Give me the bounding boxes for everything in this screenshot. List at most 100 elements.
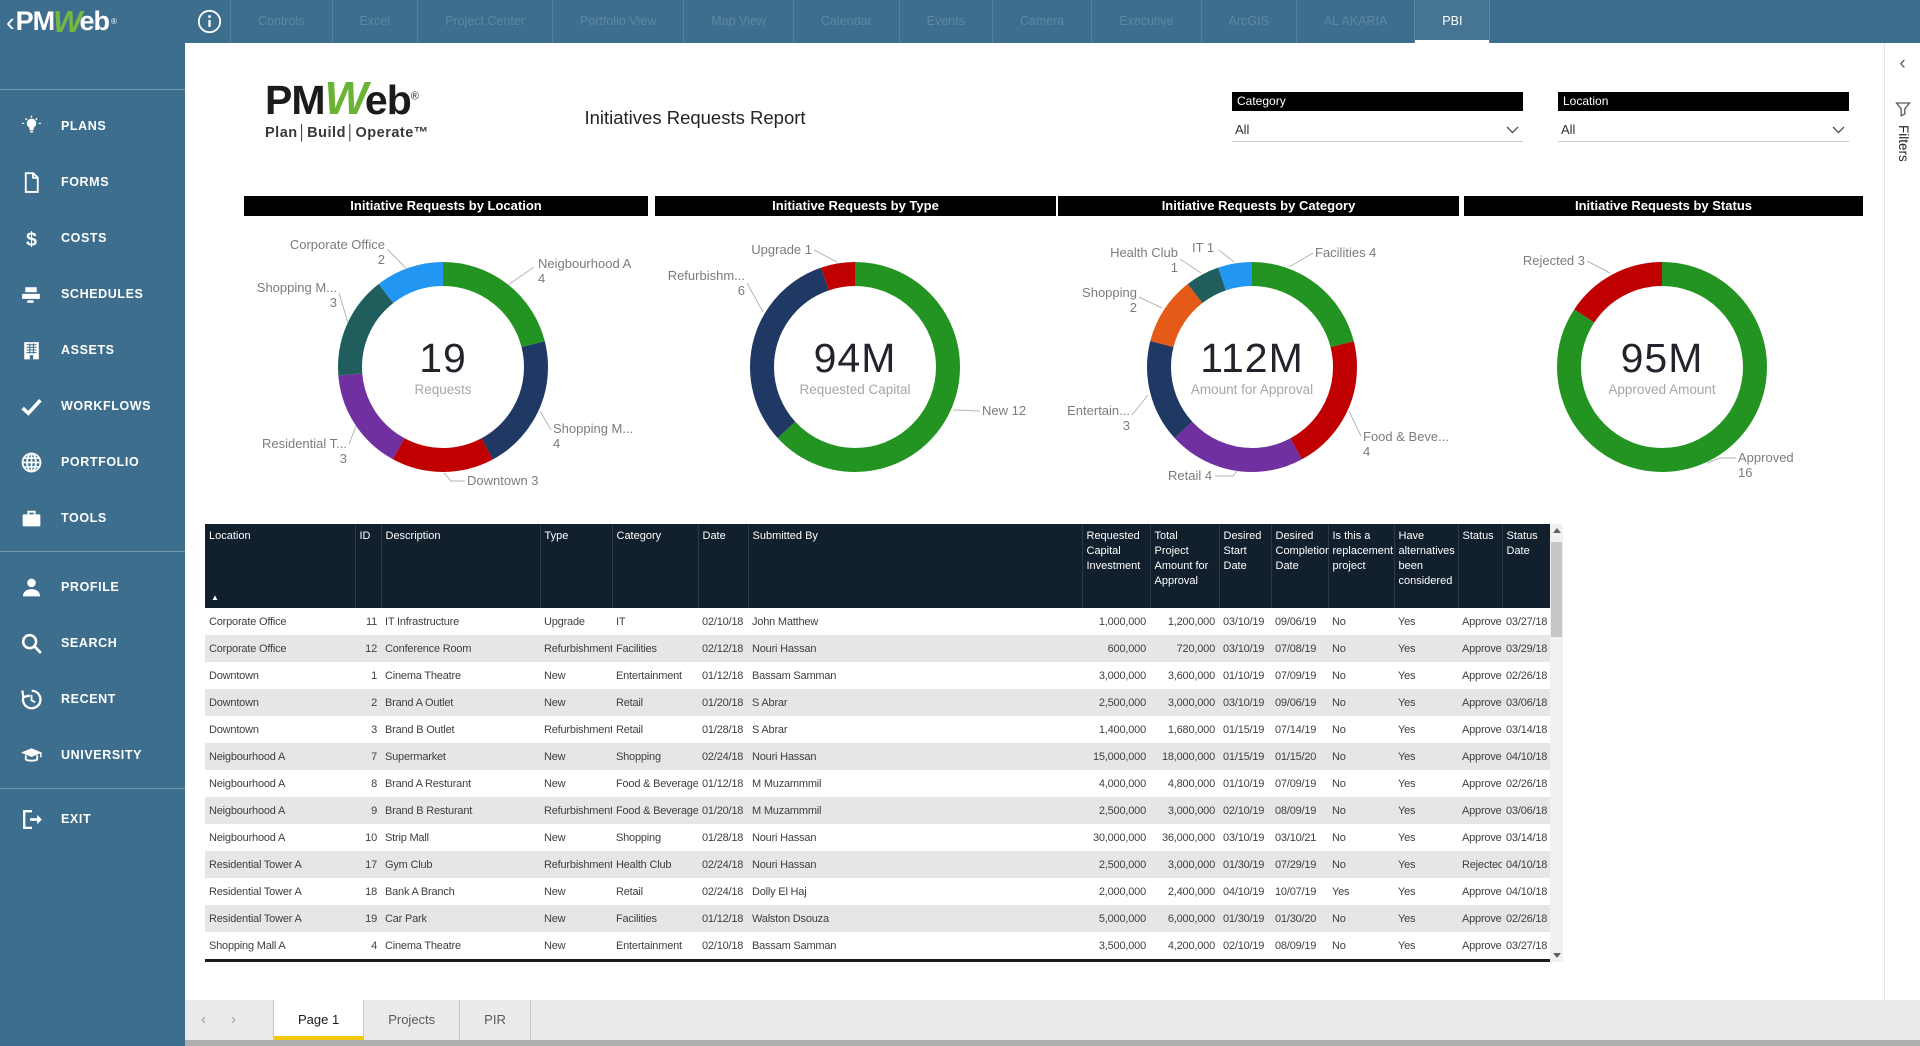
table-cell: 01/28/18 xyxy=(698,716,748,743)
top-nav-events[interactable]: Events xyxy=(899,0,992,43)
sidebar-item-tools[interactable]: TOOLS xyxy=(0,490,185,546)
globe-icon xyxy=(19,450,44,475)
column-header-id[interactable]: ID xyxy=(355,524,381,608)
table-row[interactable]: Neigbourhood A10Strip MallNewShopping01/… xyxy=(205,824,1550,851)
sidebar-item-forms[interactable]: FORMS xyxy=(0,154,185,210)
table-row[interactable]: Residential Tower A17Gym ClubRefurbishme… xyxy=(205,851,1550,878)
table-cell: New xyxy=(540,743,612,770)
sidebar-item-university[interactable]: UNIVERSITY xyxy=(0,727,185,783)
donut-chart-location[interactable]: 19 Requests xyxy=(338,262,548,472)
table-row[interactable]: Corporate Office12Conference RoomRefurbi… xyxy=(205,635,1550,662)
table-cell: Yes xyxy=(1328,878,1394,905)
top-nav-excel[interactable]: Excel xyxy=(332,0,418,43)
top-nav-portfolio-view[interactable]: Portfolio View xyxy=(552,0,683,43)
page-tab-pir[interactable]: PIR xyxy=(459,1000,531,1040)
scrollbar-thumb[interactable] xyxy=(1551,542,1562,637)
next-page-chevron-icon[interactable]: › xyxy=(231,1000,236,1040)
table-cell: 01/12/18 xyxy=(698,770,748,797)
column-header-type[interactable]: Type xyxy=(540,524,612,608)
top-nav-controls[interactable]: Controls xyxy=(230,0,332,43)
callout-downtown: Downtown 3 xyxy=(467,474,539,489)
table-row[interactable]: Downtown1Cinema TheatreNewEntertainment0… xyxy=(205,662,1550,689)
scroll-up-icon[interactable] xyxy=(1550,524,1563,538)
location-filter-value: All xyxy=(1558,122,1575,137)
column-header-is-this-a-replacement-project[interactable]: Is this a replacement project xyxy=(1328,524,1394,608)
table-cell: 3,000,000 xyxy=(1082,662,1150,689)
column-header-status[interactable]: Status xyxy=(1458,524,1502,608)
prev-page-chevron-icon[interactable]: ‹ xyxy=(201,1000,206,1040)
column-header-have-alternatives-been-considered[interactable]: Have alternatives been considered xyxy=(1394,524,1458,608)
column-header-description[interactable]: Description xyxy=(381,524,540,608)
table-cell: 3,500,000 xyxy=(1082,932,1150,959)
table-row[interactable]: Neigbourhood A8Brand A ResturantNewFood … xyxy=(205,770,1550,797)
table-scrollbar[interactable] xyxy=(1550,524,1563,962)
table-cell: 01/12/18 xyxy=(698,662,748,689)
sidebar-item-workflows[interactable]: WORKFLOWS xyxy=(0,378,185,434)
sidebar-item-label: FORMS xyxy=(61,175,109,189)
sidebar-item-plans[interactable]: PLANS xyxy=(0,98,185,154)
sidebar-item-exit[interactable]: EXIT xyxy=(0,791,185,847)
page-tab-page-1[interactable]: Page 1 xyxy=(273,1000,363,1040)
table-row[interactable]: Residential Tower A19Car ParkNewFaciliti… xyxy=(205,905,1550,932)
sidebar-item-portfolio[interactable]: PORTFOLIO xyxy=(0,434,185,490)
top-nav-camera[interactable]: Camera xyxy=(992,0,1091,43)
info-icon[interactable] xyxy=(196,8,223,35)
donut-chart-status[interactable]: 95M Approved Amount xyxy=(1557,262,1767,472)
top-nav-arcgis[interactable]: ArcGIS xyxy=(1201,0,1296,43)
column-header-requested-capital-investment[interactable]: Requested Capital Investment xyxy=(1082,524,1150,608)
scroll-down-icon[interactable] xyxy=(1550,948,1563,962)
filter-funnel-icon[interactable] xyxy=(1895,101,1911,117)
top-nav-pbi[interactable]: PBI xyxy=(1414,0,1490,43)
table-cell: 3,600,000 xyxy=(1150,662,1219,689)
magnifier-icon xyxy=(19,631,44,656)
report-registered-mark: ® xyxy=(411,90,418,102)
table-row[interactable]: Residential Tower A18Bank A BranchNewRet… xyxy=(205,878,1550,905)
sidebar-item-recent[interactable]: RECENT xyxy=(0,671,185,727)
table-cell: No xyxy=(1328,851,1394,878)
expand-filters-chevron-icon[interactable]: ‹ xyxy=(1885,53,1920,75)
table-cell: No xyxy=(1328,770,1394,797)
table-cell: Yes xyxy=(1394,716,1458,743)
filters-pane-label[interactable]: Filters xyxy=(1896,125,1911,185)
column-header-desired-completion-date[interactable]: Desired Completion Date xyxy=(1271,524,1328,608)
table-cell: Refurbishment xyxy=(540,635,612,662)
sidebar-item-profile[interactable]: PROFILE xyxy=(0,559,185,615)
column-header-status-date[interactable]: Status Date xyxy=(1502,524,1550,608)
location-filter-dropdown[interactable]: All xyxy=(1558,118,1849,142)
top-nav-project-center[interactable]: Project Center xyxy=(417,0,552,43)
table-row[interactable]: Downtown3Brand B OutletRefurbishmentReta… xyxy=(205,716,1550,743)
column-header-date[interactable]: Date xyxy=(698,524,748,608)
table-cell: No xyxy=(1328,905,1394,932)
top-nav-calendar[interactable]: Calendar xyxy=(793,0,899,43)
table-cell: 03/29/18 xyxy=(1502,635,1550,662)
table-row[interactable]: Corporate Office11IT InfrastructureUpgra… xyxy=(205,608,1550,635)
table-row[interactable]: Shopping Mall A4Cinema TheatreNewEnterta… xyxy=(205,932,1550,959)
table-row[interactable]: Downtown2Brand A OutletNewRetail01/20/18… xyxy=(205,689,1550,716)
table-cell: 7 xyxy=(355,743,381,770)
table-cell: 01/15/19 xyxy=(1219,716,1271,743)
top-nav-al-akaria[interactable]: AL AKARIA xyxy=(1296,0,1414,43)
category-filter-dropdown[interactable]: All xyxy=(1232,118,1523,142)
top-nav-map-view[interactable]: Map View xyxy=(683,0,793,43)
sidebar-item-schedules[interactable]: SCHEDULES xyxy=(0,266,185,322)
table-cell: Neigbourhood A xyxy=(205,770,355,797)
table-row[interactable]: Neigbourhood A7SupermarketNewShopping02/… xyxy=(205,743,1550,770)
column-header-total-project-amount-for-approval[interactable]: Total Project Amount for Approval xyxy=(1150,524,1219,608)
table-row[interactable]: Neigbourhood A9Brand B ResturantRefurbis… xyxy=(205,797,1550,824)
column-header-submitted-by[interactable]: Submitted By xyxy=(748,524,1082,608)
column-header-desired-start-date[interactable]: Desired Start Date xyxy=(1219,524,1271,608)
pmweb-logo[interactable]: ‹ PMWeb ® xyxy=(6,0,117,43)
table-cell: 01/28/18 xyxy=(698,824,748,851)
top-nav-executive[interactable]: Executive xyxy=(1091,0,1200,43)
donut-chart-type[interactable]: 94M Requested Capital xyxy=(750,262,960,472)
sidebar-item-assets[interactable]: ASSETS xyxy=(0,322,185,378)
sidebar-item-costs[interactable]: $COSTS xyxy=(0,210,185,266)
page-tab-projects[interactable]: Projects xyxy=(363,1000,459,1040)
column-header-location[interactable]: Location▲ xyxy=(205,524,355,608)
table-cell: Approved xyxy=(1458,824,1502,851)
column-header-category[interactable]: Category xyxy=(612,524,698,608)
donut-chart-category[interactable]: 112M Amount for Approval xyxy=(1147,262,1357,472)
sidebar-item-search[interactable]: SEARCH xyxy=(0,615,185,671)
table-cell: Food & Beverage xyxy=(612,797,698,824)
table-cell: 07/08/19 xyxy=(1271,635,1328,662)
